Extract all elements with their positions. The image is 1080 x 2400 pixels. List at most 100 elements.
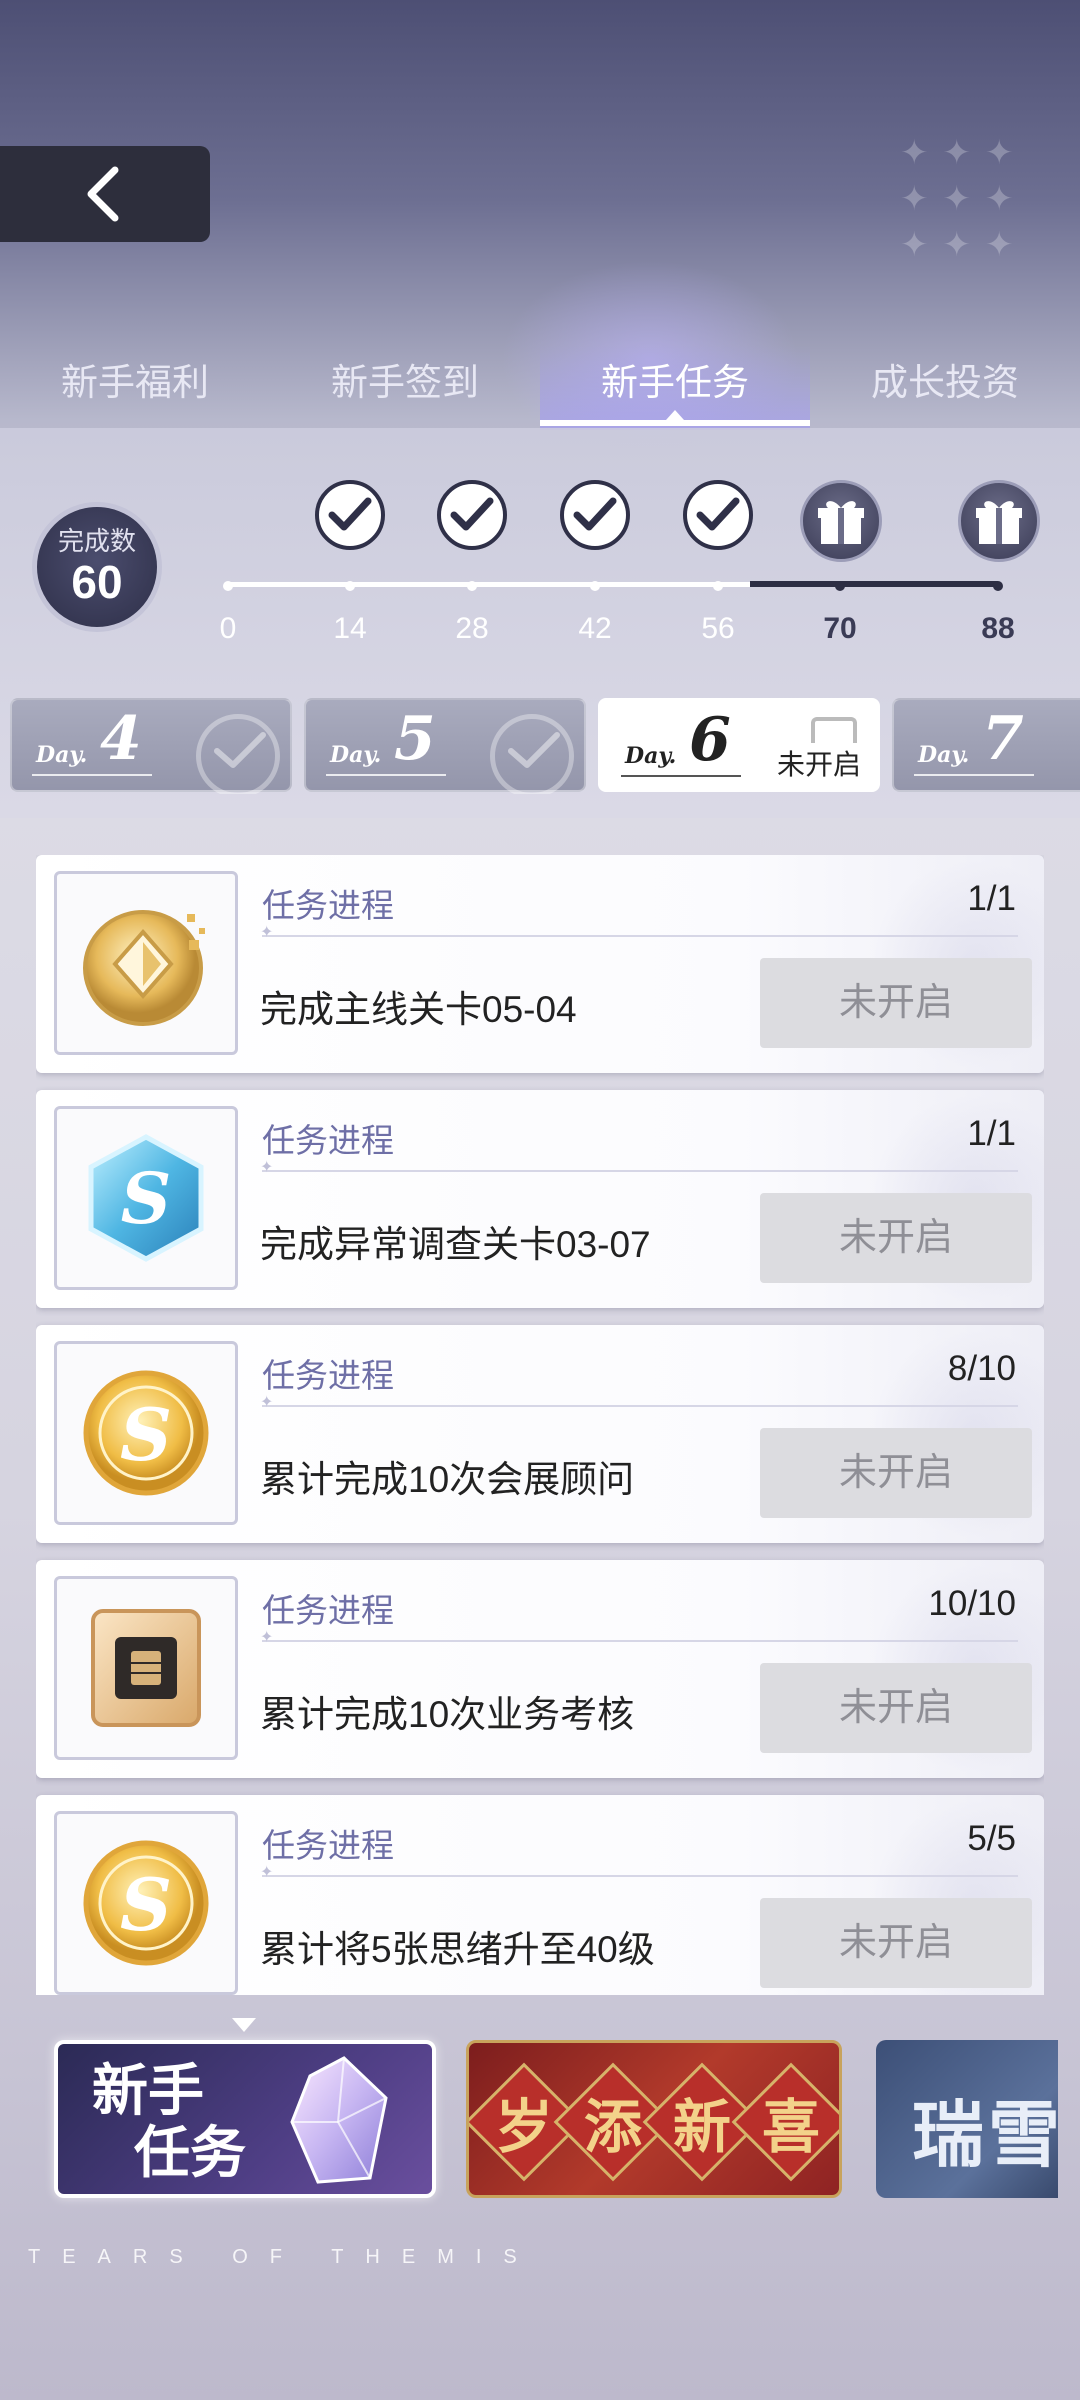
milestone-dot bbox=[223, 581, 233, 591]
back-button[interactable] bbox=[0, 146, 210, 242]
gold-s-coin-icon: S bbox=[54, 1811, 238, 1995]
svg-text:S: S bbox=[120, 1862, 172, 1947]
tab-newbie-tasks[interactable]: 新手任务 bbox=[540, 345, 810, 430]
milestone-dot bbox=[345, 581, 355, 591]
milestone-value: 70 bbox=[823, 612, 857, 645]
task-card: 任务进程 10/10 累计完成10次业务考核 未开启 bbox=[36, 1560, 1044, 1778]
day-underline bbox=[326, 774, 446, 776]
day-tab-7[interactable]: Day. 7 未 bbox=[892, 698, 1080, 792]
day-tab-4[interactable]: Day. 4 bbox=[10, 698, 292, 794]
task-progress: 1/1 bbox=[967, 1114, 1016, 1153]
task-name: 累计完成10次会展顾问 bbox=[260, 1459, 635, 1500]
divider bbox=[260, 1157, 1018, 1176]
banner-title-line1: 新手 bbox=[92, 2059, 204, 2122]
banner-title-line2: 任务 bbox=[134, 2121, 246, 2184]
milestone-dot bbox=[993, 581, 1003, 591]
day-number: 4 bbox=[100, 704, 142, 774]
milestone-value: 14 bbox=[333, 612, 367, 645]
milestone-14[interactable]: 14 bbox=[310, 480, 390, 645]
banner-title: 新手 任务 bbox=[92, 2060, 272, 2184]
banner-snow-event[interactable]: 瑞雪 bbox=[876, 2040, 1058, 2198]
check-icon bbox=[196, 714, 280, 794]
task-card: 任务进程 1/1 完成主线关卡05-04 未开启 bbox=[36, 855, 1044, 1073]
lock-icon bbox=[811, 717, 857, 743]
day-underline bbox=[32, 774, 152, 776]
day-prefix: Day. bbox=[918, 742, 970, 768]
task-card: S 任务进程 8/10 累计完成10次会展顾问 未开启 bbox=[36, 1325, 1044, 1543]
task-name: 累计将5张思绪升至40级 bbox=[260, 1929, 655, 1970]
day-prefix: Day. bbox=[625, 743, 677, 769]
tab-growth-investment[interactable]: 成长投资 bbox=[810, 345, 1080, 430]
day-number: 6 bbox=[689, 705, 731, 775]
banner-title: 瑞雪 bbox=[912, 2092, 1058, 2177]
crystal-icon bbox=[290, 2056, 388, 2184]
check-icon bbox=[437, 480, 507, 550]
chevron-left-icon bbox=[87, 166, 119, 222]
day-underline bbox=[621, 775, 741, 777]
banner-title: 岁 添 新 喜 bbox=[469, 2043, 839, 2195]
tab-newbie-welfare[interactable]: 新手福利 bbox=[0, 345, 270, 430]
task-action-button[interactable]: 未开启 bbox=[760, 1663, 1032, 1753]
check-icon bbox=[560, 480, 630, 550]
check-icon bbox=[683, 480, 753, 550]
task-progress: 1/1 bbox=[967, 879, 1016, 918]
milestone-value: 28 bbox=[455, 612, 489, 645]
gold-chip-card-icon bbox=[54, 1576, 238, 1760]
gold-gem-coin-icon bbox=[54, 871, 238, 1055]
banner-char-text: 岁 bbox=[494, 2092, 553, 2161]
track-progress-filled bbox=[228, 582, 750, 587]
task-name: 累计完成10次业务考核 bbox=[260, 1694, 635, 1735]
day-number: 7 bbox=[982, 704, 1024, 774]
task-progress: 10/10 bbox=[928, 1584, 1016, 1623]
milestone-dot bbox=[467, 581, 477, 591]
task-action-button[interactable]: 未开启 bbox=[760, 1193, 1032, 1283]
milestone-value: 56 bbox=[701, 612, 735, 645]
task-name: 完成主线关卡05-04 bbox=[260, 989, 577, 1030]
divider bbox=[260, 1392, 1018, 1411]
milestone-42[interactable]: 42 bbox=[555, 480, 635, 645]
check-icon bbox=[490, 714, 574, 794]
gift-icon bbox=[958, 480, 1040, 562]
milestone-dot bbox=[590, 581, 600, 591]
banner-new-year-event[interactable]: 岁 添 新 喜 bbox=[466, 2040, 842, 2198]
day-status: 未开启 bbox=[776, 749, 861, 780]
task-action-button[interactable]: 未开启 bbox=[760, 1898, 1032, 1988]
banner-char: 喜 bbox=[731, 2062, 839, 2182]
decorative-stars: ✦✦✦ ✦✦✦ ✦✦✦ bbox=[900, 133, 1028, 265]
divider bbox=[260, 1862, 1018, 1881]
day-underline bbox=[914, 774, 1034, 776]
milestone-track: 0 14 28 42 56 70 88 bbox=[0, 480, 1080, 660]
day-tab-6[interactable]: Day. 6 未开启 bbox=[598, 698, 880, 792]
task-action-button[interactable]: 未开启 bbox=[760, 958, 1032, 1048]
day-tab-5[interactable]: Day. 5 bbox=[304, 698, 586, 794]
task-progress: 8/10 bbox=[947, 1349, 1016, 1388]
milestone-28[interactable]: 28 bbox=[432, 480, 512, 645]
milestone-56[interactable]: 56 bbox=[678, 480, 758, 645]
event-banner-carousel[interactable]: 新手 任务 岁 添 新 喜 瑞雪 bbox=[0, 2030, 1058, 2210]
day-prefix: Day. bbox=[330, 742, 382, 768]
task-label: 任务进程 bbox=[262, 1592, 394, 1629]
milestone-dot bbox=[713, 581, 723, 591]
divider bbox=[260, 1627, 1018, 1646]
milestone-88[interactable]: 88 bbox=[958, 480, 1040, 645]
tab-newbie-signin[interactable]: 新手签到 bbox=[270, 345, 540, 430]
task-label: 任务进程 bbox=[262, 887, 394, 924]
milestone-70[interactable]: 70 bbox=[800, 480, 882, 645]
banner-char-text: 新 bbox=[672, 2092, 731, 2161]
milestone-value: 0 bbox=[219, 612, 237, 645]
task-list[interactable]: 任务进程 1/1 完成主线关卡05-04 未开启 S 任务进程 1/1 完成异常… bbox=[36, 855, 1044, 1995]
task-action-button[interactable]: 未开启 bbox=[760, 1428, 1032, 1518]
task-label: 任务进程 bbox=[262, 1357, 394, 1394]
task-progress: 5/5 bbox=[967, 1819, 1016, 1858]
svg-text:S: S bbox=[121, 1157, 172, 1240]
day-prefix: Day. bbox=[36, 742, 88, 768]
day-number: 5 bbox=[394, 704, 436, 774]
banner-char-text: 喜 bbox=[761, 2092, 820, 2161]
track-progress-remaining bbox=[750, 581, 998, 587]
banner-newbie-tasks[interactable]: 新手 任务 bbox=[54, 2040, 436, 2198]
brand-footer: TEARS OF THEMIS bbox=[28, 2246, 539, 2268]
task-label: 任务进程 bbox=[262, 1827, 394, 1864]
day-selector: Day. 4 Day. 5 Day. 6 未开启 Day. 7 未 bbox=[0, 698, 1080, 794]
milestone-value: 42 bbox=[578, 612, 612, 645]
divider bbox=[260, 922, 1018, 941]
